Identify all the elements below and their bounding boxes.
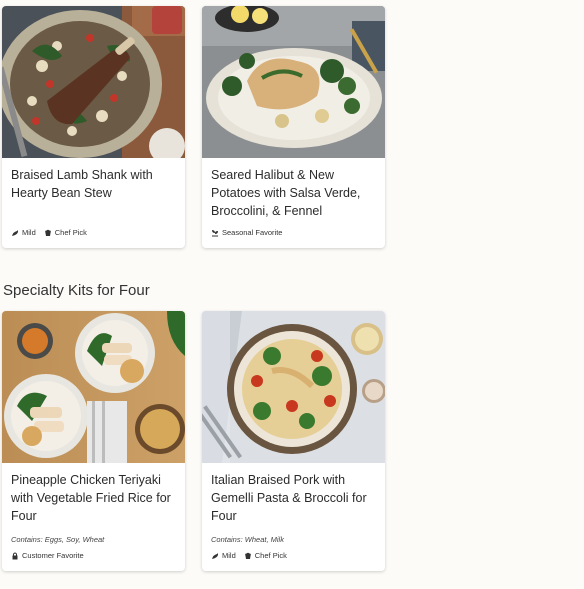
section-title: Specialty Kits for Four: [3, 282, 150, 299]
recipe-card-italian-pork[interactable]: Italian Braised Pork with Gemelli Pasta …: [202, 311, 385, 571]
pepper-icon: [212, 552, 218, 559]
chef-hat-icon: [44, 229, 51, 236]
tag-customer-favorite: Customer Favorite: [11, 551, 84, 560]
recipe-image-halibut[interactable]: [202, 6, 385, 158]
recipe-title[interactable]: Pineapple Chicken Teriyaki with Vegetabl…: [11, 471, 176, 525]
recipe-tags: Mild Chef Pick: [11, 228, 95, 237]
tag-chef-pick: Chef Pick: [44, 228, 87, 237]
tag-chef-pick: Chef Pick: [244, 551, 287, 560]
lock-icon: [12, 552, 18, 559]
allergen-info: Contains: Wheat, Milk: [211, 535, 284, 544]
tag-mild: Mild: [211, 551, 236, 560]
pepper-icon: [12, 229, 18, 236]
recipe-card-lamb-shank[interactable]: Braised Lamb Shank with Hearty Bean Stew…: [2, 6, 185, 248]
recipe-tags: Seasonal Favorite: [211, 228, 290, 237]
allergen-info: Contains: Eggs, Soy, Wheat: [11, 535, 105, 544]
recipe-image-italian-pork[interactable]: [202, 311, 385, 463]
recipe-tags: Mild Chef Pick: [211, 551, 295, 560]
recipe-title[interactable]: Braised Lamb Shank with Hearty Bean Stew: [11, 166, 176, 202]
sprout-icon: [212, 229, 218, 236]
recipe-card-halibut[interactable]: Seared Halibut & New Potatoes with Salsa…: [202, 6, 385, 248]
recipe-image-lamb-shank[interactable]: [2, 6, 185, 158]
tag-mild: Mild: [11, 228, 36, 237]
recipe-card-pineapple-chicken[interactable]: Pineapple Chicken Teriyaki with Vegetabl…: [2, 311, 185, 571]
recipe-title[interactable]: Seared Halibut & New Potatoes with Salsa…: [211, 166, 376, 220]
recipe-image-pineapple-chicken[interactable]: [2, 311, 185, 463]
chef-hat-icon: [244, 552, 251, 559]
recipe-title[interactable]: Italian Braised Pork with Gemelli Pasta …: [211, 471, 376, 525]
tag-seasonal-favorite: Seasonal Favorite: [211, 228, 282, 237]
recipe-tags: Customer Favorite: [11, 551, 92, 560]
